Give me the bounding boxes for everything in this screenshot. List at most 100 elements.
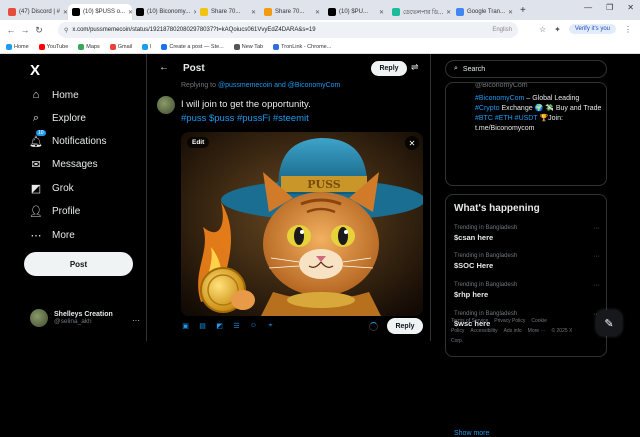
bio-text-2: Exchange 🌍 💸 Buy and [501, 105, 582, 112]
close-tab-icon[interactable]: ✕ [315, 9, 320, 16]
settings-sliders-icon[interactable]: ⇌ [411, 62, 419, 73]
browser-tab-bar: (47) Discord | # ✕ (10) $PUSS o... ✕ (10) Bi… [0, 0, 640, 20]
site-info-icon[interactable]: ⚲ [64, 27, 68, 34]
show-more-link[interactable]: Show more [454, 430, 489, 437]
trend-meta: Trending in Bangladesh [454, 282, 518, 288]
nav-item-explore[interactable]: ⌕ Explore [30, 112, 86, 124]
reply-button-header[interactable]: Reply [371, 61, 407, 76]
search-icon: ⌕ [454, 65, 458, 72]
bookmark-item[interactable]: New Tab [233, 43, 263, 50]
footer-link[interactable]: Terms of Service [451, 318, 488, 324]
footer-links: Terms of Service Privacy Policy Cookie Pol… [451, 316, 591, 346]
nav-item-profile[interactable]: 👤︎ Profile [29, 205, 80, 218]
verify-button[interactable]: Verify it's you [568, 24, 616, 34]
trend-item[interactable]: Trending in Bangladesh $csan here ··· [454, 225, 604, 242]
account-switcher[interactable]: Shelleys Creation @selina_akh [30, 309, 113, 327]
trend-more-icon[interactable]: ··· [593, 282, 600, 289]
main-column: ← Post Reply ⇌ Replying to @pussmemecoin… [146, 54, 431, 341]
minimize-button[interactable]: — [584, 3, 592, 12]
browser-tab[interactable]: Share 70... ✕ [196, 4, 260, 20]
url-field[interactable]: ⚲ x.com/pussmemecoin/status/192187802080… [58, 22, 518, 38]
browser-tab[interactable]: Google Tran... ✕ [452, 4, 516, 20]
bio-text-4: 🏆Join: [539, 115, 563, 122]
left-sidebar: X ⌂ Home ⌕ Explore 🔔︎ 10 Notifications ✉ Message… [0, 54, 146, 341]
footer-link[interactable]: Accessibility [470, 328, 497, 334]
emoji-icon[interactable]: ☺ [249, 321, 258, 330]
maximize-button[interactable]: ❐ [606, 3, 613, 12]
footer-link[interactable]: Ads info [504, 328, 522, 334]
bookmark-item[interactable]: Create a post — Ste... [161, 43, 224, 50]
replying-to-users[interactable]: @pussmemecoin and @BiconomyCom [218, 82, 340, 89]
nav-item-label: Home [52, 89, 79, 101]
edit-media-button[interactable]: Edit [187, 137, 210, 148]
close-tab-icon[interactable]: ✕ [379, 9, 384, 16]
profile-preview-card[interactable]: @BiconomyCom #BiconomyCom – Global Leadi… [445, 82, 607, 186]
bookmark-item[interactable]: TronLink - Chrome... [273, 43, 331, 50]
search-input[interactable]: ⌕ Search [445, 60, 607, 78]
nav-item-home[interactable]: ⌂ Home [30, 89, 79, 101]
tab-favicon-icon [136, 8, 144, 16]
trend-item[interactable]: Trending in Bangladesh $rhp here ··· [454, 282, 604, 299]
grok-icon: ◩ [30, 182, 42, 195]
search-icon: ⌕ [32, 111, 40, 124]
location-icon[interactable]: ⌖ [266, 321, 275, 330]
trend-item[interactable]: Trending in Bangladesh $SOC Here ··· [454, 253, 604, 270]
preview-handle[interactable]: @BiconomyCom [475, 83, 528, 89]
forward-nav-icon[interactable]: → [18, 25, 32, 35]
bookmark-item[interactable]: Maps [78, 43, 100, 50]
browser-tab[interactable]: (10) $PUSS o... ✕ [68, 4, 132, 20]
bookmark-item[interactable]: Gmail [109, 43, 132, 50]
back-arrow-icon[interactable]: ← [159, 62, 169, 73]
browser-tab[interactable]: Share 70... ✕ [260, 4, 324, 20]
nav-item-grok[interactable]: ◩ Grok [30, 182, 74, 195]
translate-hint[interactable]: English [492, 27, 512, 33]
bookmark-item[interactable]: l [142, 43, 152, 50]
trend-meta: Trending in Bangladesh [454, 253, 518, 259]
x-logo-icon[interactable]: X [30, 62, 40, 79]
bio-hashtag[interactable]: #BiconomyCom [475, 95, 524, 102]
footer-link[interactable]: More ··· [528, 328, 546, 334]
close-tab-icon[interactable]: ✕ [446, 9, 451, 16]
image-icon[interactable]: ▣ [181, 321, 190, 330]
poll-icon[interactable]: ☰ [232, 321, 241, 330]
close-window-button[interactable]: ✕ [627, 3, 634, 12]
star-icon[interactable]: ☆ [539, 25, 546, 34]
reload-icon[interactable]: ↻ [32, 25, 46, 36]
toolbar-right: ☆ ✦ Verify it's you ⋮ [539, 24, 632, 34]
nav-item-notifications[interactable]: 🔔︎ 10 Notifications [29, 130, 106, 148]
messages-drawer-button[interactable]: ✎ [596, 310, 622, 336]
gif-icon[interactable]: ▤ [198, 321, 207, 330]
browser-tab[interactable]: (10) $PU... ✕ [324, 4, 388, 20]
new-tab-button[interactable]: + [520, 5, 526, 16]
browser-tab[interactable]: (47) Discord | # ✕ [4, 4, 68, 20]
remove-media-button[interactable]: ✕ [405, 136, 419, 150]
close-tab-icon[interactable]: ✕ [508, 9, 513, 16]
browser-tab[interactable]: (10) Biconomy... ✕ [132, 4, 196, 20]
trend-more-icon[interactable]: ··· [593, 225, 600, 232]
close-tab-icon[interactable]: ✕ [251, 9, 256, 16]
extensions-icon[interactable]: ✦ [554, 25, 561, 34]
bookmark-item[interactable]: YouTube [38, 43, 68, 50]
bio-hashtag-crypto[interactable]: #Crypto [475, 105, 500, 112]
bio-hashtags-coins[interactable]: #BTC #ETH #USDT [475, 115, 538, 122]
bookmark-item[interactable]: Home [6, 43, 29, 50]
tab-label: (10) Biconomy... [147, 9, 191, 15]
grok-icon[interactable]: ◩ [215, 321, 224, 330]
post-button[interactable]: Post [24, 252, 133, 276]
browser-tab[interactable]: ডেভেলপার ডি... ✕ [388, 4, 452, 20]
footer-link[interactable]: Privacy Policy [494, 318, 525, 324]
bio-link[interactable]: t.me/Biconomycom [475, 124, 603, 134]
back-nav-icon[interactable]: ← [4, 25, 18, 35]
reply-hashtags[interactable]: #puss $puss #pussFi #steemit [181, 113, 309, 124]
account-more-icon[interactable]: ··· [132, 316, 140, 325]
nav-item-more[interactable]: ⋯ More [30, 229, 75, 242]
url-text: x.com/pussmemecoin/status/19218780208029… [72, 27, 316, 33]
trend-more-icon[interactable]: ··· [593, 253, 600, 260]
reply-submit-button[interactable]: Reply [387, 318, 423, 334]
tab-favicon-icon [200, 8, 208, 16]
menu-icon[interactable]: ⋮ [624, 25, 632, 34]
reply-text[interactable]: I will join to get the opportunity. [181, 99, 311, 110]
svg-text:PUSS: PUSS [307, 178, 341, 191]
bookmark-label: l [150, 43, 152, 50]
nav-item-messages[interactable]: ✉ Messages [30, 158, 97, 171]
